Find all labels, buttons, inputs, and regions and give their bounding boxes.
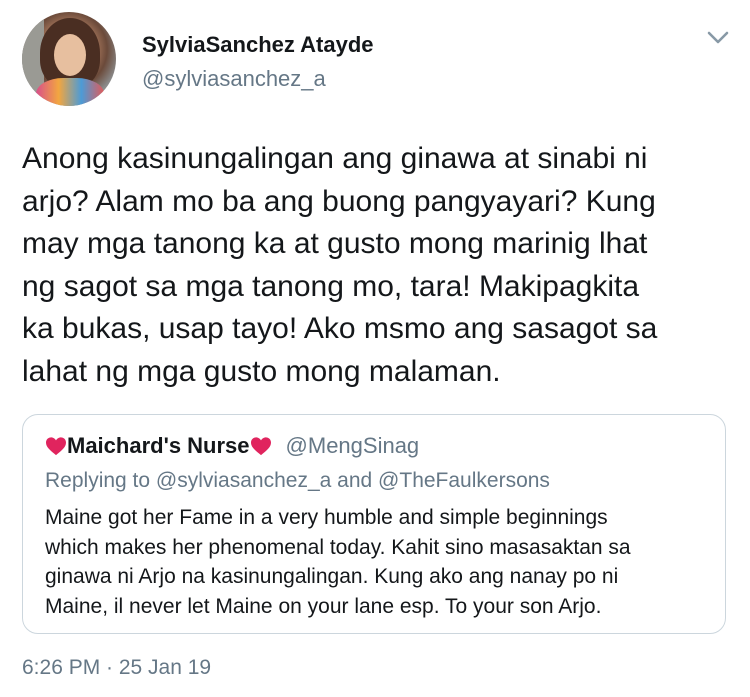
tweet-text-line: lahat ng mga gusto mong malaman.	[22, 354, 501, 388]
replying-joiner: and	[337, 469, 373, 492]
quoted-tweet[interactable]: Maichard's Nurse @MengSinag Replying to …	[22, 414, 726, 634]
mention-link[interactable]: @sylviasanchez_a	[156, 469, 331, 492]
quoted-text-line: Maine, il never let Maine on your lane e…	[45, 594, 602, 618]
quoted-text-line: Maine got her Fame in a very humble and …	[45, 506, 608, 529]
author-avatar[interactable]	[22, 12, 116, 106]
chevron-down-icon[interactable]	[706, 28, 730, 48]
quoted-display-name[interactable]: Maichard's Nurse	[67, 433, 250, 459]
avatar-face	[54, 34, 86, 76]
author-display-name[interactable]: SylviaSanchez Atayde	[142, 32, 374, 58]
replying-prefix: Replying to	[45, 469, 151, 492]
quoted-text-line: which makes her phenomenal today. Kahit …	[45, 535, 631, 559]
tweet-text-line: ka bukas, usap tayo! Ako msmo ang sasago…	[22, 312, 658, 345]
replying-to-line: Replying to @sylviasanchez_a and @TheFau…	[45, 469, 550, 493]
avatar-shirt	[36, 78, 104, 106]
tweet-timestamp[interactable]: 6:26 PM · 25 Jan 19	[22, 656, 211, 680]
mention-link[interactable]: @TheFaulkersons	[378, 469, 550, 492]
quoted-tweet-header: Maichard's Nurse @MengSinag	[45, 433, 419, 459]
tweet: SylviaSanchez Atayde @sylviasanchez_a An…	[0, 0, 750, 697]
tweet-text-line: may mga tanong ka at gusto mong marinig …	[22, 227, 648, 260]
tweet-text-line: ng sagot sa mga tanong mo, tara! Makipag…	[22, 269, 640, 303]
quoted-handle[interactable]: @MengSinag	[286, 433, 420, 459]
tweet-text-line: arjo? Alam mo ba ang buong pangyayari? K…	[22, 184, 656, 218]
heart-icon	[250, 437, 271, 456]
quoted-tweet-text: Maine got her Fame in a very humble and …	[45, 503, 631, 621]
heart-icon	[46, 437, 66, 456]
tweet-text: Anong kasinungalingan ang ginawa at sina…	[22, 138, 734, 393]
quoted-text-line: ginawa ni Arjo na kasinungalingan. Kung …	[45, 565, 619, 588]
author-handle[interactable]: @sylviasanchez_a	[142, 66, 326, 92]
tweet-text-line: Anong kasinungalingan ang ginawa at sina…	[22, 142, 648, 175]
